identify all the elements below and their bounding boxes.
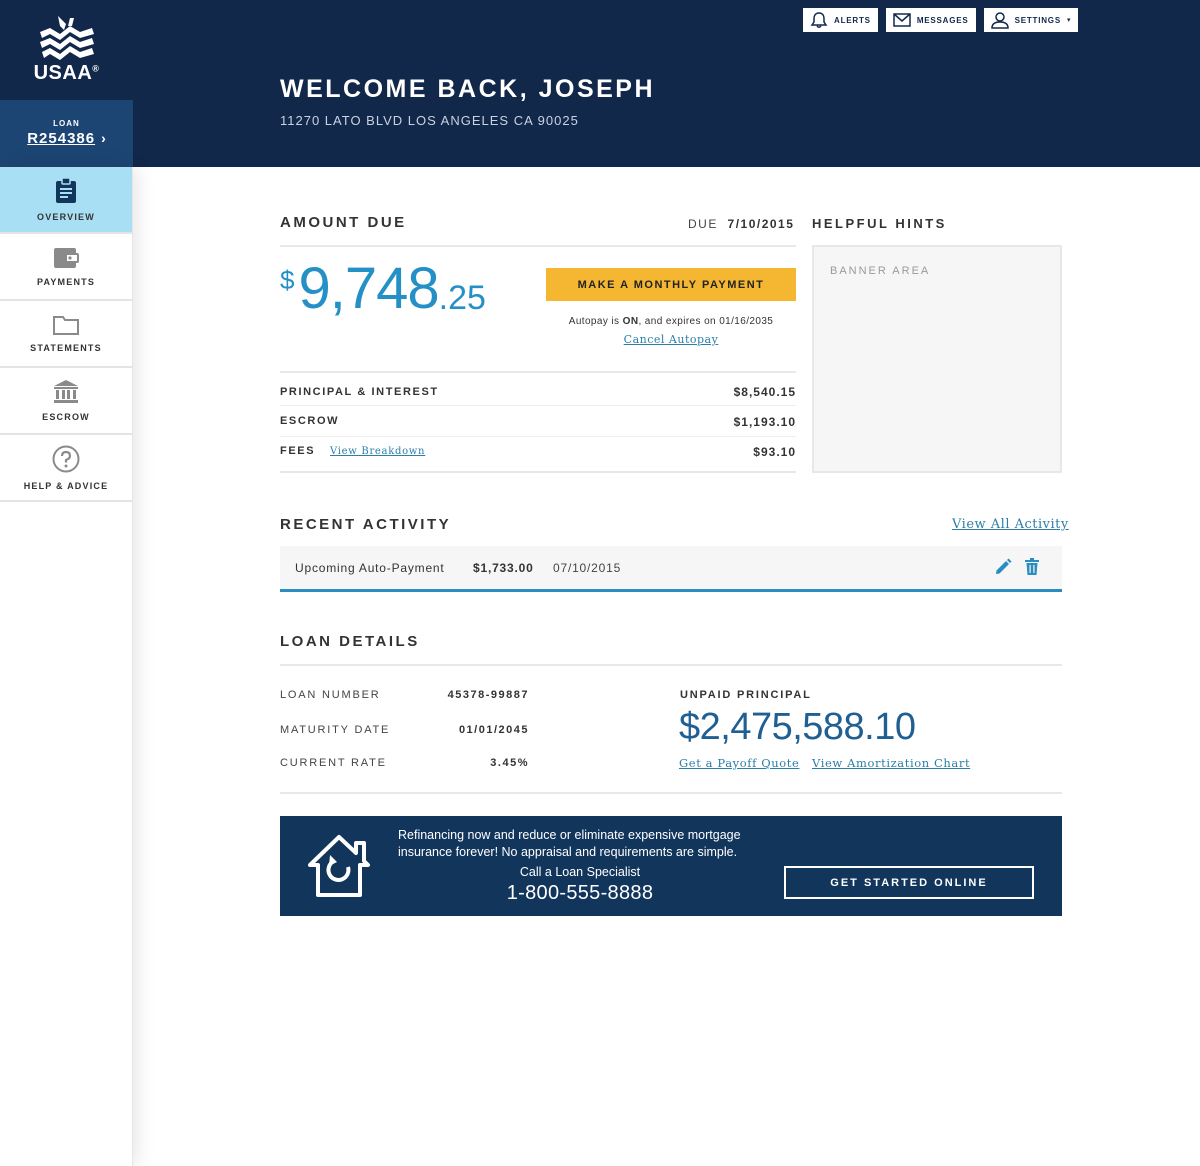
- view-all-activity-link[interactable]: View All Activity: [952, 517, 1069, 532]
- breakdown-value-principal: $8,540.15: [733, 385, 796, 399]
- usaa-logo[interactable]: USAA®: [0, 0, 133, 100]
- unpaid-principal-label: UNPAID PRINCIPAL: [680, 689, 812, 701]
- breakdown-label-principal: PRINCIPAL & INTEREST: [280, 386, 439, 398]
- recent-activity-heading: RECENT ACTIVITY: [280, 516, 452, 533]
- property-address: 11270 LATO BLVD LOS ANGELES CA 90025: [280, 113, 579, 128]
- breakdown-label-escrow: ESCROW: [280, 415, 340, 427]
- divider: [280, 245, 796, 247]
- payoff-quote-link[interactable]: Get a Payoff Quote: [679, 756, 799, 770]
- house-refresh-icon: [308, 835, 370, 897]
- wallet-icon: [54, 247, 79, 268]
- sidebar-item-payments[interactable]: PAYMENTS: [0, 234, 132, 301]
- cancel-autopay-link[interactable]: Cancel Autopay: [624, 333, 719, 346]
- loan-number-value: 45378-99887: [447, 689, 529, 701]
- currency-symbol: $: [280, 265, 295, 295]
- cancel-autopay-wrap: Cancel Autopay: [546, 333, 796, 346]
- eagle-logo-icon: [39, 15, 94, 60]
- banner-area-label: BANNER AREA: [830, 265, 931, 277]
- due-date: DUE 7/10/2015: [688, 217, 794, 231]
- amount-whole: 9,748: [298, 256, 439, 321]
- sidebar-item-statements[interactable]: STATEMENTS: [0, 301, 132, 368]
- divider: [280, 405, 796, 406]
- chevron-right-icon: ›: [101, 130, 106, 146]
- amortization-chart-link[interactable]: View Amortization Chart: [812, 756, 970, 770]
- current-rate-label: CURRENT RATE: [280, 757, 387, 769]
- activity-row[interactable]: Upcoming Auto-Payment $1,733.00 07/10/20…: [280, 546, 1062, 592]
- helpful-hints-heading: HELPFUL HINTS: [812, 216, 947, 231]
- autopay-state: ON: [622, 316, 639, 327]
- sidebar-label-help: HELP & ADVICE: [23, 480, 109, 491]
- divider: [280, 371, 796, 373]
- helpful-hints-banner: BANNER AREA: [812, 245, 1062, 473]
- refinance-promo-banner: Refinancing now and reduce or eliminate …: [280, 816, 1062, 916]
- activity-date: 07/10/2015: [553, 560, 622, 575]
- maturity-date-label: MATURITY DATE: [280, 724, 391, 736]
- due-date-value: 7/10/2015: [727, 217, 795, 231]
- sidebar-nav: OVERVIEW PAYMENTS STATEMENTS ESCROW HELP…: [0, 167, 133, 1166]
- activity-name: Upcoming Auto-Payment: [295, 560, 445, 575]
- envelope-icon: [893, 13, 911, 27]
- autopay-suffix: , and expires on 01/16/2035: [638, 316, 774, 327]
- view-breakdown-link[interactable]: View Breakdown: [330, 446, 425, 457]
- divider: [280, 792, 1062, 794]
- question-icon: [52, 445, 80, 472]
- loan-details-heading: LOAN DETAILS: [280, 633, 420, 650]
- alerts-label: ALERTS: [834, 15, 871, 25]
- amount-due-value: $ 9,748 .25: [280, 255, 486, 323]
- sidebar-label-payments: PAYMENTS: [36, 276, 96, 287]
- top-header: USAA® LOAN R254386 › ALERTS MESSAGES SETT…: [0, 0, 1200, 167]
- messages-label: MESSAGES: [916, 15, 969, 25]
- loan-selector[interactable]: LOAN R254386 ›: [0, 100, 133, 167]
- trash-icon[interactable]: [1024, 558, 1040, 576]
- user-icon: [990, 12, 1009, 29]
- amount-cents: .25: [438, 279, 486, 317]
- make-payment-button[interactable]: MAKE A MONTHLY PAYMENT: [546, 268, 796, 301]
- breakdown-value-fees: $93.10: [753, 445, 796, 459]
- settings-label: SETTINGS: [1014, 15, 1061, 25]
- promo-call-label: Call a Loan Specialist: [519, 865, 641, 879]
- breakdown-label-fees: FEES: [280, 445, 316, 457]
- sidebar-label-overview: OVERVIEW: [37, 211, 95, 222]
- divider: [280, 471, 796, 473]
- autopay-status: Autopay is ON, and expires on 01/16/2035: [546, 316, 796, 327]
- maturity-date-value: 01/01/2045: [458, 724, 529, 736]
- loan-label: LOAN: [53, 119, 80, 128]
- caret-down-icon: ▾: [1066, 17, 1072, 24]
- pencil-icon[interactable]: [994, 558, 1012, 576]
- sidebar-label-statements: STATEMENTS: [30, 342, 102, 353]
- activity-amount: $1,733.00: [473, 560, 534, 575]
- sidebar-item-overview[interactable]: OVERVIEW: [0, 167, 132, 234]
- sidebar-item-escrow[interactable]: ESCROW: [0, 368, 132, 435]
- messages-button[interactable]: MESSAGES: [885, 8, 976, 32]
- activity-actions: [994, 558, 1040, 576]
- due-label: DUE: [688, 217, 718, 231]
- loan-number-link[interactable]: R254386: [27, 130, 95, 147]
- sidebar-label-escrow: ESCROW: [42, 411, 90, 422]
- clipboard-icon: [56, 177, 76, 203]
- folder-icon: [53, 315, 79, 335]
- sidebar-item-help[interactable]: HELP & ADVICE: [0, 435, 132, 502]
- bank-icon: [54, 379, 78, 403]
- settings-button[interactable]: SETTINGS ▾: [983, 8, 1079, 32]
- alerts-button[interactable]: ALERTS: [803, 8, 878, 32]
- current-rate-value: 3.45%: [490, 757, 529, 769]
- unpaid-principal-value: $2,475,588.10: [679, 706, 916, 748]
- promo-phone-number[interactable]: 1-800-555-8888: [480, 882, 680, 905]
- loan-number-label: LOAN NUMBER: [280, 689, 381, 701]
- divider: [280, 664, 1062, 666]
- autopay-prefix: Autopay is: [568, 316, 620, 327]
- top-utility-bar: ALERTS MESSAGES SETTINGS ▾: [803, 8, 1079, 32]
- welcome-heading: WELCOME BACK, JOSEPH: [280, 75, 656, 103]
- bell-icon: [810, 12, 828, 28]
- divider: [280, 436, 796, 437]
- breakdown-value-escrow: $1,193.10: [733, 415, 796, 429]
- logo-wordmark: USAA®: [33, 61, 100, 84]
- amount-due-heading: AMOUNT DUE: [280, 214, 407, 231]
- promo-text: Refinancing now and reduce or eliminate …: [398, 828, 741, 859]
- get-started-online-button[interactable]: GET STARTED ONLINE: [784, 866, 1034, 899]
